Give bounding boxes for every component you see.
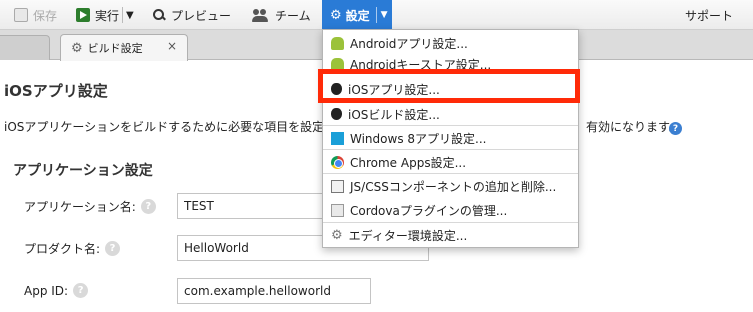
run-divider <box>122 7 123 23</box>
tab-previous[interactable] <box>0 35 50 60</box>
app-id-label-text: App ID: <box>24 283 69 298</box>
app-name-label: アプリケーション名: ? <box>24 198 156 215</box>
menu-item-js-css-components[interactable]: JS/CSSコンポーネントの追加と削除... <box>323 174 578 198</box>
chrome-icon <box>331 155 344 169</box>
gear-icon: ⚙ <box>331 227 343 243</box>
help-icon[interactable]: ? <box>105 241 121 256</box>
close-icon[interactable]: × <box>167 39 177 53</box>
save-icon <box>14 8 28 22</box>
toolbar: 保存 実行 ▼ プレビュー チーム ⚙ 設定 ▼ サポート <box>0 0 753 30</box>
product-name-label: プロダクト名: ? <box>24 240 121 257</box>
magnifier-icon <box>152 8 166 22</box>
cordova-icon <box>331 203 344 217</box>
settings-dropdown-menu: Androidアプリ設定... Androidキーストア設定... iOSアプリ… <box>322 29 579 248</box>
menu-item-label: iOSビルド設定... <box>348 107 440 122</box>
android-icon <box>331 36 344 50</box>
run-dropdown-caret[interactable]: ▼ <box>126 0 134 30</box>
menu-item-label: Windows 8アプリ設定... <box>350 131 487 146</box>
gear-icon: ⚙ <box>330 7 342 23</box>
settings-divider <box>375 7 377 23</box>
section-title: アプリケーション設定 <box>13 163 153 179</box>
menu-item-chrome-apps-settings[interactable]: Chrome Apps設定... <box>323 150 578 174</box>
app-name-label-text: アプリケーション名: <box>24 200 136 214</box>
team-label: チーム <box>275 8 311 23</box>
menu-item-label: Chrome Apps設定... <box>350 155 467 170</box>
app-id-input[interactable] <box>177 278 371 304</box>
save-label: 保存 <box>33 8 58 23</box>
product-name-label-text: プロダクト名: <box>24 242 101 256</box>
run-label: 実行 <box>95 8 120 23</box>
menu-item-ios-build-settings[interactable]: iOSビルド設定... <box>323 102 578 126</box>
menu-item-editor-preferences[interactable]: ⚙ エディター環境設定... <box>323 223 578 247</box>
menu-item-label: Androidアプリ設定... <box>350 36 468 51</box>
tab-build-settings[interactable]: ⚙ ビルド設定 × <box>60 34 188 61</box>
help-icon[interactable]: ? <box>73 283 89 298</box>
page-title: iOSアプリ設定 <box>4 82 108 100</box>
settings-label: 設定 <box>345 8 370 23</box>
help-icon[interactable]: ? <box>140 199 156 214</box>
chevron-down-icon[interactable]: ▼ <box>381 10 388 20</box>
page-description-tail: 有効になります。 <box>586 120 681 134</box>
preview-button[interactable]: プレビュー <box>152 0 231 30</box>
menu-item-label: JS/CSSコンポーネントの追加と削除... <box>350 179 557 194</box>
save-button[interactable]: 保存 <box>14 0 57 30</box>
menu-item-label: Cordovaプラグインの管理... <box>350 203 508 218</box>
apple-icon <box>331 108 342 120</box>
menu-item-windows8-settings[interactable]: Windows 8アプリ設定... <box>323 126 578 150</box>
team-button[interactable]: チーム <box>252 0 311 30</box>
gear-icon: ⚙ <box>71 40 83 56</box>
run-button[interactable]: 実行 <box>76 0 119 30</box>
js-css-icon <box>331 179 344 193</box>
preview-label: プレビュー <box>171 8 232 23</box>
tab-label: ビルド設定 <box>87 42 143 55</box>
windows-icon <box>331 131 344 145</box>
page-description: iOSアプリケーションをビルドするために必要な項目を設定し <box>4 120 337 134</box>
menu-item-label: エディター環境設定... <box>348 228 468 243</box>
help-icon[interactable]: ? <box>669 122 682 135</box>
menu-item-cordova-plugins[interactable]: Cordovaプラグインの管理... <box>323 198 578 222</box>
support-link[interactable]: サポート <box>685 0 733 30</box>
app-id-label: App ID: ? <box>24 283 89 298</box>
team-icon <box>252 8 270 22</box>
highlight-box <box>318 69 580 103</box>
play-icon <box>76 8 90 22</box>
settings-button[interactable]: ⚙ 設定 ▼ <box>322 0 392 30</box>
